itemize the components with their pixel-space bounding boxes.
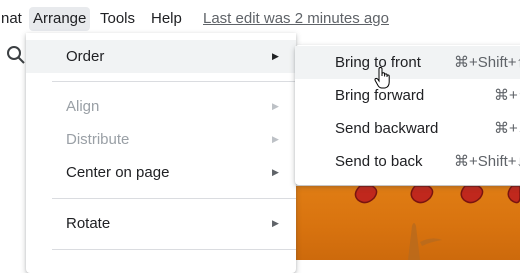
slide-canvas[interactable]: [290, 186, 520, 260]
menu-format[interactable]: nat: [0, 7, 26, 31]
menu-item-label: Distribute: [66, 131, 130, 148]
menu-item-align: Align ▶: [26, 90, 296, 123]
menu-item-order[interactable]: Order ▶: [26, 40, 296, 73]
submenu-arrow-icon: ▶: [272, 134, 279, 144]
search-icon[interactable]: [5, 44, 27, 66]
menu-item-label: Rotate: [66, 215, 111, 232]
order-submenu: Bring to front ⌘+Shift+↑ Bring forward ⌘…: [295, 45, 520, 185]
menu-item-label: Center on page: [66, 164, 170, 181]
menu-arrange[interactable]: Arrange: [29, 7, 91, 31]
menu-divider: [52, 81, 296, 82]
arrange-menu: Order ▶ Align ▶ Distribute ▶ Center on p…: [26, 33, 296, 273]
flower-shape: [410, 186, 434, 204]
menu-divider: [52, 249, 296, 250]
menu-item-label: Align: [66, 98, 100, 115]
menu-help[interactable]: Help: [147, 7, 186, 31]
submenu-arrow-icon: ▶: [272, 167, 279, 177]
shortcut-label: ⌘+Shift+↓: [454, 153, 520, 170]
submenu-item-send-backward[interactable]: Send backward ⌘+↓: [295, 112, 520, 145]
hand-cursor-icon: [374, 67, 390, 89]
submenu-item-send-to-back[interactable]: Send to back ⌘+Shift+↓: [295, 145, 520, 178]
submenu-item-label: Send to back: [335, 153, 423, 170]
flower-shape: [460, 186, 484, 204]
menu-tools[interactable]: Tools: [96, 7, 139, 31]
menu-divider: [52, 198, 296, 199]
menu-item-center-on-page[interactable]: Center on page ▶: [26, 156, 296, 189]
flower-shape: [354, 186, 378, 204]
menu-item-rotate[interactable]: Rotate ▶: [26, 207, 296, 240]
flower-shape: [507, 186, 520, 204]
trunk-shape: [408, 223, 420, 260]
slide-artwork: [354, 186, 520, 260]
submenu-item-bring-to-front[interactable]: Bring to front ⌘+Shift+↑: [295, 46, 520, 79]
menu-item-label: Order: [66, 48, 105, 65]
shortcut-label: ⌘+Shift+↑: [454, 54, 520, 71]
shortcut-label: ⌘+↓: [494, 120, 520, 137]
submenu-arrow-icon: ▶: [272, 101, 279, 111]
leaf-shape: [420, 238, 442, 246]
menu-item-distribute: Distribute ▶: [26, 123, 296, 156]
submenu-item-label: Send backward: [335, 120, 439, 137]
menu-bar: nat Arrange Tools Help Last edit was 2 m…: [0, 0, 520, 36]
shortcut-label: ⌘+↑: [494, 87, 520, 104]
submenu-arrow-icon: ▶: [272, 51, 279, 61]
submenu-arrow-icon: ▶: [272, 218, 279, 228]
last-edit-link[interactable]: Last edit was 2 minutes ago: [203, 7, 389, 31]
submenu-item-bring-forward[interactable]: Bring forward ⌘+↑: [295, 79, 520, 112]
